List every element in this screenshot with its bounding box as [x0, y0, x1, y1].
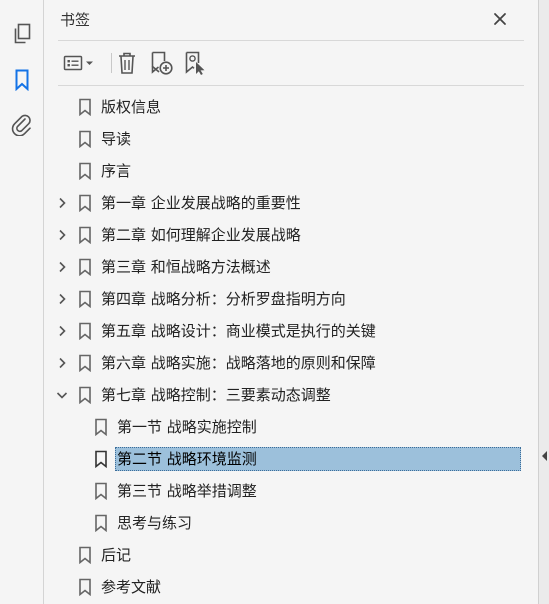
panel-splitter[interactable]	[538, 0, 549, 604]
bookmark-label: 第五章 战略设计：商业模式是执行的关键	[101, 322, 376, 340]
bookmark-row[interactable]: 第一章 企业发展战略的重要性	[44, 187, 538, 219]
new-bookmark-icon	[151, 51, 173, 75]
bookmark-row[interactable]: 第二节 战略环境监测	[44, 443, 538, 475]
close-panel-button[interactable]	[490, 9, 510, 29]
bookmark-row[interactable]: 第五章 战略设计：商业模式是执行的关键	[44, 315, 538, 347]
pages-icon[interactable]	[8, 20, 36, 48]
bookmark-from-selection-button[interactable]	[180, 50, 210, 76]
bookmark-from-selection-icon	[185, 51, 205, 75]
bookmark-icon	[79, 354, 91, 372]
bookmark-label: 第三章 和恒战略方法概述	[101, 258, 271, 276]
bookmark-icon	[79, 290, 91, 308]
bookmark-label: 第三节 战略举措调整	[117, 482, 257, 500]
bookmark-icon	[79, 546, 91, 564]
chevron-right-icon[interactable]	[54, 355, 70, 371]
bookmark-row[interactable]: 导读	[44, 123, 538, 155]
bookmark-label: 导读	[101, 130, 132, 148]
bookmark-label: 序言	[101, 162, 132, 180]
bookmark-row[interactable]: 第三节 战略举措调整	[44, 475, 538, 507]
bookmark-label: 版权信息	[101, 98, 162, 116]
bookmark-row[interactable]: 序言	[44, 155, 538, 187]
bookmarks-icon[interactable]	[8, 66, 36, 94]
bookmark-icon	[79, 322, 91, 340]
attachments-icon[interactable]	[8, 111, 36, 139]
bookmark-icon	[79, 226, 91, 244]
chevron-right-icon[interactable]	[54, 259, 70, 275]
options-menu-icon	[63, 55, 93, 71]
options-menu-button[interactable]	[58, 50, 98, 76]
delete-bookmark-button[interactable]	[113, 50, 141, 76]
chevron-right-icon[interactable]	[54, 195, 70, 211]
bookmark-label: 第四章 战略分析：分析罗盘指明方向	[101, 290, 346, 308]
bookmark-icon	[79, 130, 91, 148]
bookmark-row[interactable]: 第七章 战略控制：三要素动态调整	[44, 379, 538, 411]
bookmark-row[interactable]: 版权信息	[44, 91, 538, 123]
navigation-rail	[0, 0, 44, 604]
bookmark-label: 第二章 如何理解企业发展战略	[101, 226, 301, 244]
bookmark-icon	[79, 162, 91, 180]
bookmark-row[interactable]: 第四章 战略分析：分析罗盘指明方向	[44, 283, 538, 315]
panel-title: 书签	[60, 11, 91, 29]
toolbar-separator	[111, 53, 112, 73]
bookmark-label: 参考文献	[101, 578, 162, 596]
bookmark-row[interactable]: 第六章 战略实施：战略落地的原则和保障	[44, 347, 538, 379]
bookmark-label: 思考与练习	[117, 514, 193, 532]
bookmark-icon	[79, 578, 91, 596]
bookmark-icon	[95, 418, 107, 436]
bookmark-tree: 版权信息导读序言第一章 企业发展战略的重要性 第二章 如何理解企业发展战略 第三章 …	[44, 91, 538, 603]
bookmark-label: 第一节 战略实施控制	[117, 418, 257, 436]
bookmark-row[interactable]: 后记	[44, 539, 538, 571]
new-bookmark-button[interactable]	[146, 50, 176, 76]
bookmarks-panel: 书签 版权信息 导读 序言 第一章 企业发展战略的重要性 第二章 如何理解企业发…	[44, 0, 538, 604]
bookmark-icon	[79, 98, 91, 116]
close-icon	[494, 13, 506, 25]
bookmark-row[interactable]: 第三章 和恒战略方法概述	[44, 251, 538, 283]
collapse-arrow-icon[interactable]	[540, 449, 549, 463]
bookmark-row[interactable]: 参考文献	[44, 571, 538, 603]
bookmark-icon	[79, 258, 91, 276]
bookmark-label: 第七章 战略控制：三要素动态调整	[101, 386, 331, 404]
chevron-right-icon[interactable]	[54, 291, 70, 307]
chevron-down-icon[interactable]	[54, 387, 70, 403]
bookmark-row[interactable]: 第二章 如何理解企业发展战略	[44, 219, 538, 251]
bookmark-label: 第一章 企业发展战略的重要性	[101, 194, 301, 212]
bookmark-row[interactable]: 第一节 战略实施控制	[44, 411, 538, 443]
bookmark-icon	[95, 482, 107, 500]
bookmark-icon	[95, 450, 107, 468]
bookmark-icon	[79, 386, 91, 404]
delete-bookmark-icon	[119, 52, 135, 74]
bookmark-label: 后记	[101, 546, 132, 564]
bookmark-label: 第六章 战略实施：战略落地的原则和保障	[101, 354, 376, 372]
bookmark-row[interactable]: 思考与练习	[44, 507, 538, 539]
chevron-right-icon[interactable]	[54, 323, 70, 339]
bookmark-label: 第二节 战略环境监测	[117, 450, 257, 468]
bookmarks-toolbar	[58, 40, 524, 86]
bookmark-icon	[95, 514, 107, 532]
bookmark-icon	[79, 194, 91, 212]
chevron-right-icon[interactable]	[54, 227, 70, 243]
